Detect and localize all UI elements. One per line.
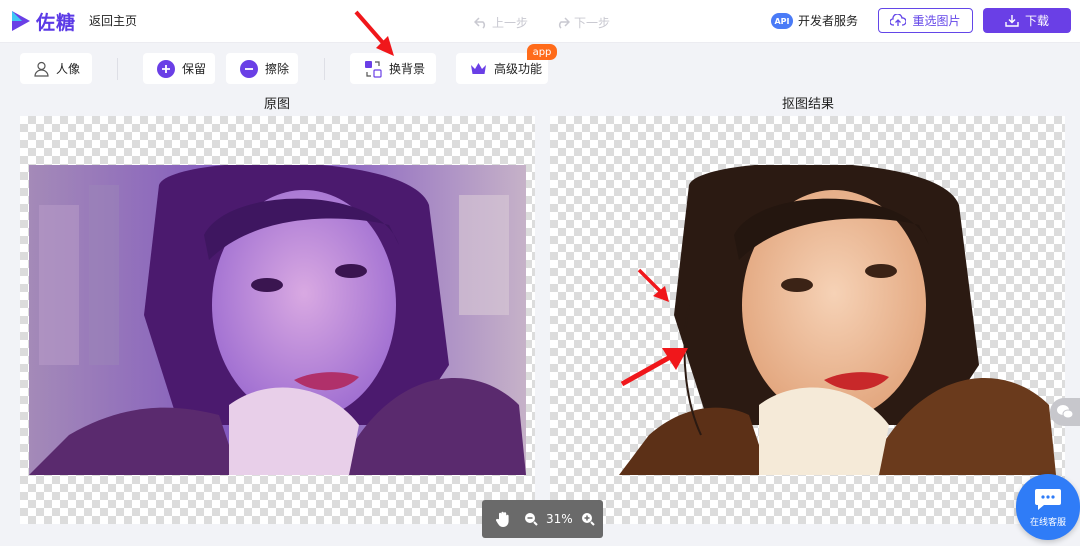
erase-label: 擦除 (265, 62, 290, 76)
minus-circle-icon (240, 59, 258, 78)
erase-tool-button[interactable]: 擦除 (226, 53, 298, 84)
result-image-canvas[interactable] (550, 116, 1065, 524)
zoom-out-icon[interactable] (524, 512, 538, 526)
undo-button[interactable]: 上一步 (474, 14, 528, 31)
person-label: 人像 (56, 62, 81, 76)
toolbar-divider (324, 58, 325, 80)
hand-pan-icon[interactable] (494, 510, 512, 528)
download-label: 下载 (1024, 14, 1049, 28)
cutout-result-photo (619, 165, 1056, 475)
top-bar: 佐糖 返回主页 上一步 下一步 API 开发者服务 重选图片 下载 (0, 0, 1080, 43)
chat-bubble-icon (1035, 488, 1061, 510)
wechat-float-button[interactable] (1050, 398, 1080, 426)
download-button[interactable]: 下载 (983, 8, 1071, 33)
reselect-label: 重选图片 (912, 14, 961, 28)
brand-name: 佐糖 (36, 12, 77, 34)
person-tool-button[interactable]: 人像 (20, 53, 92, 84)
online-support-button[interactable]: 在线客服 (1016, 474, 1080, 540)
change-background-label: 换背景 (389, 62, 426, 76)
wechat-icon (1057, 405, 1074, 419)
zoom-toolbar: 31% (482, 500, 603, 538)
swap-background-icon (365, 60, 382, 78)
original-photo (29, 165, 526, 475)
zoom-level: 31% (546, 512, 573, 526)
original-panel-title: 原图 (264, 97, 291, 112)
advanced-features-label: 高级功能 (494, 62, 543, 76)
person-icon (34, 61, 49, 77)
original-image-canvas[interactable] (20, 116, 535, 524)
api-icon: API (771, 13, 793, 29)
redo-label: 下一步 (574, 16, 611, 30)
upload-cloud-icon (890, 14, 907, 26)
plus-circle-icon (157, 59, 175, 78)
crown-icon (471, 62, 486, 74)
result-panel-title: 抠图结果 (782, 97, 835, 112)
undo-label: 上一步 (492, 16, 529, 30)
toolbar-divider (117, 58, 118, 80)
developer-service-link[interactable]: 开发者服务 (798, 12, 858, 29)
keep-label: 保留 (182, 62, 207, 76)
undo-icon (474, 16, 486, 29)
change-background-button[interactable]: 换背景 (350, 53, 436, 84)
app-badge: app (527, 44, 557, 60)
redo-button[interactable]: 下一步 (556, 14, 610, 31)
keep-tool-button[interactable]: 保留 (143, 53, 215, 84)
zoom-in-icon[interactable] (581, 512, 595, 526)
reselect-image-button[interactable]: 重选图片 (878, 8, 973, 33)
download-icon (1005, 15, 1019, 27)
online-support-label: 在线客服 (1029, 517, 1066, 528)
back-home-link[interactable]: 返回主页 (89, 12, 137, 29)
redo-icon (558, 16, 570, 29)
app-logo-icon (12, 11, 30, 31)
